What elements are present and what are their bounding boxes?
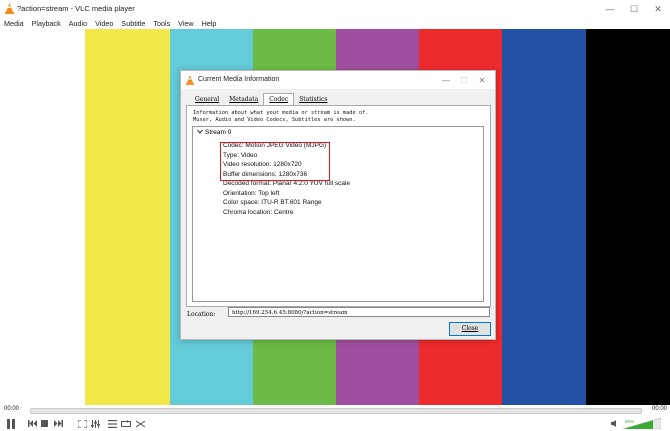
- dialog-window-controls: — ☐ ✕: [437, 73, 491, 87]
- stream-label: Stream 0: [205, 129, 232, 136]
- title-bar: ?action=stream - VLC media player — ☐ ✕: [0, 0, 670, 18]
- media-info-dialog: Current Media Information — ☐ ✕ General …: [180, 70, 496, 340]
- seek-row: 00:00 00:00: [0, 405, 670, 415]
- stop-icon[interactable]: [39, 418, 50, 429]
- codec-info-text: Information about what your media or str…: [193, 110, 368, 123]
- color-bar: [586, 29, 670, 405]
- close-button[interactable]: Close: [449, 322, 491, 336]
- list-item[interactable]: Chroma location: Centre: [223, 208, 350, 218]
- color-bar: [0, 29, 85, 405]
- color-bar: [85, 29, 170, 405]
- info-line: Information about what your media or str…: [193, 110, 369, 116]
- vlc-cone-icon: [5, 3, 14, 14]
- location-field[interactable]: http://169.254.6.45:8080/?action=stream: [228, 307, 490, 317]
- control-bar: [0, 415, 670, 431]
- highlight-box: [220, 142, 330, 181]
- color-bar: [502, 29, 586, 405]
- seek-slider[interactable]: [30, 408, 642, 414]
- info-line: Muxer, Audio and Video Codecs, Subtitles…: [193, 116, 356, 123]
- volume-percent: 80%: [625, 419, 635, 424]
- maximize-icon[interactable]: ☐: [455, 73, 473, 87]
- next-icon[interactable]: [52, 418, 64, 429]
- fullscreen-icon[interactable]: [76, 418, 88, 429]
- location-label: Location:: [187, 311, 216, 318]
- extended-settings-icon[interactable]: [89, 418, 101, 429]
- list-item[interactable]: Orientation: Top left: [223, 189, 350, 199]
- vlc-cone-icon: [186, 75, 194, 85]
- previous-icon[interactable]: [26, 418, 38, 429]
- stream-node[interactable]: Stream 0: [197, 129, 231, 136]
- window-title: ?action=stream - VLC media player: [17, 4, 135, 13]
- chevron-down-icon[interactable]: [197, 129, 205, 136]
- loop-icon[interactable]: [120, 418, 132, 429]
- minimize-icon[interactable]: —: [598, 0, 622, 18]
- pause-icon[interactable]: [5, 418, 17, 429]
- playlist-icon[interactable]: [106, 418, 118, 429]
- dialog-title-bar: Current Media Information — ☐ ✕: [181, 71, 495, 89]
- shuffle-icon[interactable]: [134, 418, 146, 429]
- codec-panel: Information about what your media or str…: [186, 105, 491, 307]
- speaker-icon[interactable]: [610, 418, 620, 429]
- elapsed-time: 00:00: [4, 406, 20, 412]
- close-icon[interactable]: ✕: [473, 73, 491, 87]
- list-item[interactable]: Color space: ITU-R BT.601 Range: [223, 198, 350, 208]
- dialog-title: Current Media Information: [198, 76, 280, 83]
- minimize-icon[interactable]: —: [437, 73, 455, 87]
- codec-tree[interactable]: Stream 0 Codec: Motion JPEG Video (MJPG)…: [192, 126, 484, 302]
- maximize-icon[interactable]: ☐: [622, 0, 646, 18]
- close-icon[interactable]: ✕: [646, 0, 670, 18]
- total-time: 00:00: [651, 406, 667, 412]
- window-controls: — ☐ ✕: [598, 0, 670, 18]
